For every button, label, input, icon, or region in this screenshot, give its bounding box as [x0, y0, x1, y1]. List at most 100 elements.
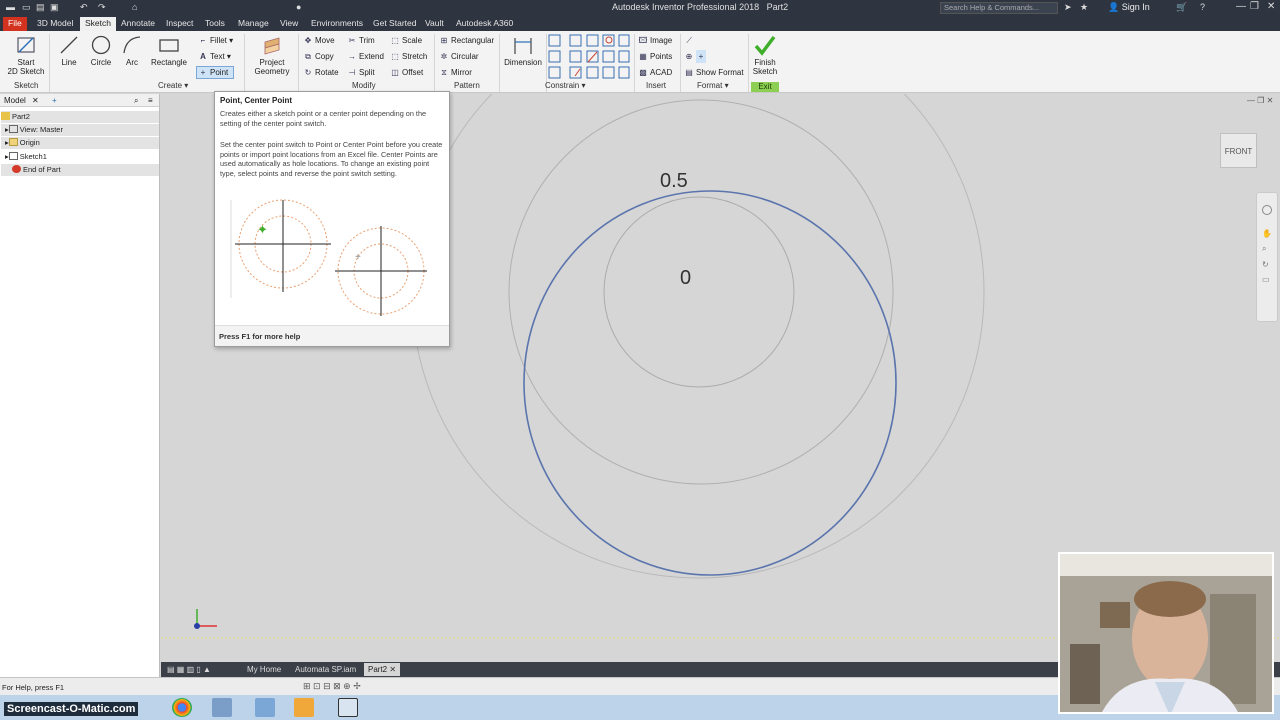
appearance-icon[interactable]: ●	[296, 2, 301, 14]
stretch-icon: ⬚	[391, 52, 399, 61]
image-button[interactable]: 🖾 Image	[638, 34, 673, 47]
pan-icon[interactable]: ✋	[1262, 229, 1272, 238]
rotate-button[interactable]: ↻ Rotate	[303, 66, 339, 79]
add-browser-icon[interactable]: +	[52, 94, 57, 107]
tab-autodesk-a360[interactable]: Autodesk A360	[451, 17, 518, 31]
text-button[interactable]: A Text ▾	[198, 50, 231, 63]
home-icon[interactable]: ⌂	[132, 2, 137, 14]
zoom-icon[interactable]: ⌕	[1262, 244, 1272, 254]
new-icon[interactable]: ▭	[22, 2, 31, 14]
sign-in-button[interactable]: 👤 Sign In	[1108, 2, 1150, 13]
browser-menu-icon[interactable]: ≡	[148, 94, 153, 107]
close-window-button[interactable]: ✕	[1267, 1, 1275, 12]
tab-inspect[interactable]: Inspect	[161, 17, 198, 31]
dimension-button[interactable]: Dimension	[503, 34, 543, 67]
look-at-icon[interactable]: ▭	[1262, 275, 1272, 284]
tab-vault[interactable]: Vault	[420, 17, 449, 31]
project-geometry-button[interactable]: Project Geometry	[250, 34, 294, 76]
mirror-button[interactable]: ⧖ Mirror	[439, 66, 472, 79]
tab-3d-model[interactable]: 3D Model	[32, 17, 78, 31]
app-menu-icon[interactable]: ▬	[6, 2, 15, 14]
fillet-button[interactable]: ⌐ Fillet ▾	[198, 34, 233, 47]
trim-icon: ✂	[348, 36, 356, 45]
restore-button[interactable]: ❐	[1250, 1, 1259, 12]
arc-button[interactable]: Arc	[119, 34, 145, 67]
show-format-button[interactable]: ▤ Show Format	[684, 66, 743, 79]
tile-icon[interactable]: ▤ ▦ ▥ ▯ ▲	[167, 663, 211, 676]
doc-tab-part2[interactable]: Part2 ✕	[364, 663, 401, 676]
navigation-bar[interactable]: ✋ ⌕ ↻ ▭	[1256, 192, 1278, 322]
tab-tools[interactable]: Tools	[200, 17, 230, 31]
start-2d-sketch-button[interactable]: Start 2D Sketch	[6, 34, 46, 76]
doc-tab-my-home[interactable]: My Home	[247, 663, 281, 676]
tree-node-part2[interactable]: Part2	[1, 111, 159, 123]
save-icon[interactable]: ▣	[50, 2, 59, 14]
line-button[interactable]: Line	[55, 34, 83, 67]
doc-tab-automata[interactable]: Automata SP.iam	[295, 663, 356, 676]
move-button[interactable]: ✥ Move	[303, 34, 335, 47]
search-browser-icon[interactable]: ⌕	[134, 94, 138, 107]
tab-file[interactable]: File	[3, 17, 27, 31]
tree-node-origin[interactable]: ▸ Origin	[1, 137, 159, 149]
canvas-window-controls[interactable]: — ❐ ✕	[1247, 96, 1273, 105]
rectangle-button[interactable]: Rectangle	[150, 34, 188, 67]
calculator-icon[interactable]	[255, 698, 275, 717]
checkmark-icon	[754, 35, 776, 56]
panel-format[interactable]: Format ▾	[697, 81, 729, 90]
undo-icon[interactable]: ↶	[80, 2, 88, 14]
copy-button[interactable]: ⧉ Copy	[303, 50, 334, 63]
ribbon-tabs: File 3D Model Sketch Annotate Inspect To…	[0, 16, 1280, 31]
tree-node-sketch1[interactable]: ▸ Sketch1	[1, 151, 47, 163]
inventor-icon[interactable]	[294, 698, 314, 717]
point-button[interactable]: + Point	[198, 66, 229, 79]
status-toolbar-icons[interactable]: ⊞ ⊡ ⊟ ⊠ ⊕ ✢	[303, 681, 361, 692]
dimension-label-center[interactable]: 0	[680, 267, 691, 290]
open-icon[interactable]: ▤	[36, 2, 45, 14]
steering-wheel-icon[interactable]	[1262, 205, 1272, 215]
acad-button[interactable]: ▩ ACAD	[638, 66, 672, 79]
close-tab-icon[interactable]: ✕	[389, 665, 396, 674]
extend-icon: →	[348, 52, 356, 61]
redo-icon[interactable]: ↷	[98, 2, 106, 14]
viewcube[interactable]: FRONT	[1220, 133, 1257, 168]
format-construction-button[interactable]: ⊕ +	[684, 50, 708, 63]
panel-constrain[interactable]: Constrain ▾	[545, 81, 586, 90]
minimize-button[interactable]: —	[1236, 1, 1246, 12]
trim-button[interactable]: ✂ Trim	[347, 34, 375, 47]
tab-manage[interactable]: Manage	[233, 17, 274, 31]
close-browser-icon[interactable]: ✕	[32, 94, 39, 107]
finish-sketch-button[interactable]: Finish Sketch	[752, 34, 778, 76]
tree-node-view-master[interactable]: ▸ View: Master	[1, 124, 159, 136]
stretch-button[interactable]: ⬚ Stretch	[390, 50, 427, 63]
circular-pattern-button[interactable]: ✲ Circular	[439, 50, 479, 63]
snipping-tool-icon[interactable]	[212, 698, 232, 717]
help-arrow-icon[interactable]: ➤	[1064, 2, 1072, 14]
rectangular-pattern-button[interactable]: ⊞ Rectangular	[439, 34, 495, 47]
tab-sketch[interactable]: Sketch	[80, 17, 116, 31]
extend-button[interactable]: → Extend	[347, 50, 384, 63]
offset-button[interactable]: ◫ Offset	[390, 66, 423, 79]
cart-icon[interactable]: 🛒	[1176, 2, 1187, 14]
tab-model[interactable]: Model	[4, 96, 26, 105]
scale-button[interactable]: ⬚ Scale	[390, 34, 422, 47]
split-button[interactable]: ⊣ Split	[347, 66, 375, 79]
tab-environments[interactable]: Environments	[306, 17, 368, 31]
constraint-icons-grid[interactable]	[548, 34, 630, 80]
points-button[interactable]: ▦ Points	[638, 50, 672, 63]
rotate-icon: ↻	[304, 68, 312, 77]
dimension-label-outer[interactable]: 0.5	[660, 170, 688, 193]
help-icon[interactable]: ?	[1200, 2, 1205, 14]
format-line-button[interactable]: ⟋	[684, 34, 696, 47]
orbit-icon[interactable]: ↻	[1262, 260, 1272, 269]
view-icon	[8, 125, 18, 133]
circle-button[interactable]: Circle	[86, 34, 116, 67]
tab-annotate[interactable]: Annotate	[116, 17, 160, 31]
favorites-icon[interactable]: ★	[1080, 2, 1088, 14]
tab-view[interactable]: View	[275, 17, 303, 31]
tree-node-end-of-part[interactable]: End of Part	[1, 164, 159, 176]
panel-create[interactable]: Create ▾	[158, 81, 188, 90]
chrome-icon[interactable]	[172, 698, 192, 717]
tab-get-started[interactable]: Get Started	[368, 17, 421, 31]
screen-capture-icon[interactable]	[338, 698, 358, 717]
search-input[interactable]: Search Help & Commands...	[940, 2, 1058, 14]
